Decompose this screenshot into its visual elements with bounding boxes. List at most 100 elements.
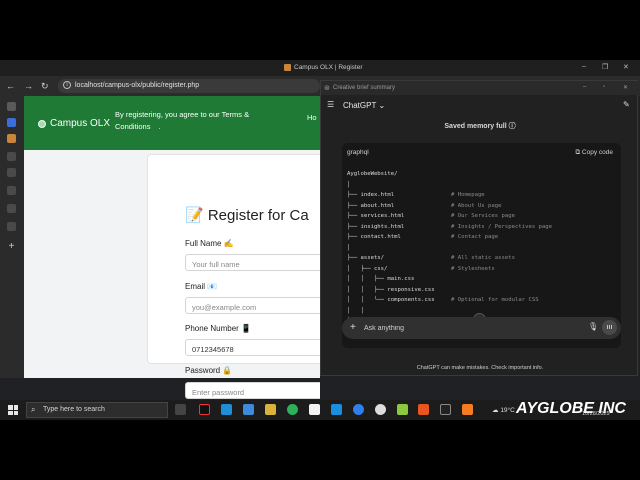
code-text: ├── index.html (347, 192, 395, 198)
code-comment: # Our Services page (451, 213, 515, 219)
conversation-title: Creative brief summary (333, 85, 396, 91)
code-line: ├── services.html # Our Services page (347, 211, 617, 222)
saved-memory-notice[interactable]: Saved memory full ⓘ (321, 121, 639, 131)
prompt-input[interactable] (364, 322, 564, 334)
code-comment: # Insights / Perspectives page (451, 223, 553, 230)
chatgpt-logo-icon: ⊛ (324, 85, 330, 92)
code-text: │ (347, 181, 351, 188)
back-button[interactable]: ← (6, 81, 15, 91)
whatsapp-icon[interactable] (287, 404, 298, 415)
add-icon[interactable]: + (7, 242, 16, 252)
xampp-icon[interactable] (7, 134, 16, 143)
code-header: graphql ⧉ Copy code (342, 143, 621, 161)
model-name: ChatGPT (343, 101, 377, 110)
code-text: ├── contact.html (347, 234, 401, 240)
code-language: graphql (347, 149, 369, 156)
vscode-icon[interactable] (331, 404, 342, 415)
close-icon[interactable]: ✕ (623, 63, 629, 71)
close-icon[interactable]: ✕ (623, 84, 628, 91)
copilot-icon[interactable] (7, 118, 16, 127)
browser-sidebar: + (0, 96, 24, 378)
url-text: localhost/campus-olx/public/register.php (75, 82, 200, 89)
password-field-clip (185, 382, 320, 399)
code-comment: # All static assets (451, 255, 515, 261)
taskbar-date[interactable]: 10/28/2025 (582, 411, 610, 417)
code-line: ├── index.html # Homepage (347, 190, 617, 201)
register-title: 📝 Register for Ca (185, 207, 309, 224)
code-line: │ (347, 180, 617, 191)
copy-label: Copy code (581, 149, 613, 156)
microphone-icon[interactable]: 🎙 (588, 322, 598, 331)
address-bar[interactable]: i localhost/campus-olx/public/register.p… (58, 79, 320, 93)
code-content: AyglobeWebsite/ │ ├── index.html # Homepage… (347, 169, 617, 337)
voice-mode-button[interactable]: ııı (602, 320, 617, 335)
screen: Campus OLX | Register – ❐ ✕ ← → ↻ i loca… (0, 60, 640, 420)
phone-label: Phone Number 📱 (185, 324, 251, 333)
code-text: ├── services.html (347, 213, 405, 219)
disclaimer: ChatGPT can make mistakes. Check importa… (416, 365, 544, 371)
model-selector[interactable]: ChatGPT ⌄ (343, 101, 385, 110)
code-line: │ (347, 243, 617, 254)
weather-widget[interactable]: ☁ 19°C (492, 406, 515, 414)
terminal-icon[interactable] (440, 404, 451, 415)
code-comment: # Homepage (451, 192, 485, 198)
app-icon-2[interactable] (397, 404, 408, 415)
code-line: ├── assets/ # All static assets (347, 253, 617, 264)
temperature: 19°C (500, 407, 515, 414)
minimize-icon[interactable]: – (582, 63, 586, 70)
code-text: │ │ ├── responsive.css (347, 286, 435, 293)
browser-titlebar: Campus OLX | Register – ❐ ✕ (0, 60, 640, 76)
chrome-icon[interactable] (353, 404, 364, 415)
full-name-input[interactable] (185, 254, 320, 271)
email-label: Email 📧 (185, 282, 218, 291)
forward-button[interactable]: → (24, 81, 33, 91)
xampp-taskbar-icon[interactable] (462, 404, 473, 415)
code-line: │ │ ├── responsive.css (347, 285, 617, 296)
file-explorer-icon[interactable] (265, 404, 276, 415)
app-icon[interactable] (309, 404, 320, 415)
reload-button[interactable]: ↻ (41, 81, 49, 92)
history-icon[interactable] (7, 168, 16, 177)
code-line: │ ├── css/ # Stylesheets (347, 264, 617, 275)
sidebar-toggle-icon[interactable]: ☰ (327, 100, 334, 109)
chatgpt-header: ☰ ChatGPT ⌄ ✎ (321, 95, 639, 115)
new-chat-icon[interactable]: ✎ (623, 100, 630, 109)
tabs-icon[interactable] (7, 102, 16, 111)
chatgpt-titlebar: ⊛ Creative brief summary – ▫ ✕ (321, 81, 639, 95)
edge-icon[interactable] (221, 404, 232, 415)
taskbar-search[interactable]: ⌕ Type here to search (26, 402, 168, 418)
code-comment: # Stylesheets (451, 265, 495, 272)
code-text: │ ├── css/ (347, 265, 388, 272)
restore-icon[interactable]: ❐ (602, 63, 608, 71)
windows-start-icon[interactable] (8, 405, 18, 415)
code-line: │ │ ├── main.css (347, 274, 617, 285)
collections-icon[interactable] (7, 152, 16, 161)
code-line: AyglobeWebsite/ (347, 169, 617, 180)
tiktok-icon[interactable] (199, 404, 210, 415)
chevron-down-icon: ⌄ (378, 101, 386, 110)
chatgpt-taskbar-icon[interactable] (375, 404, 386, 415)
minimize-icon[interactable]: – (583, 84, 586, 90)
email-input[interactable] (185, 297, 320, 314)
restore-icon[interactable]: ▫ (603, 84, 605, 90)
site-info-icon[interactable]: i (63, 81, 71, 89)
ubuntu-icon[interactable] (418, 404, 429, 415)
task-view-icon[interactable] (175, 404, 186, 415)
code-line: │ │ └── components.css # Optional for mod… (347, 295, 617, 306)
browser-tab[interactable]: Campus OLX | Register (284, 64, 363, 71)
taskbar: ⌕ Type here to search ☁ 19°C AYGLOBE INC… (0, 400, 640, 420)
shopping-icon[interactable] (7, 186, 16, 195)
tools-icon[interactable] (7, 204, 16, 213)
games-icon[interactable] (7, 222, 16, 231)
search-icon: ⌕ (31, 405, 36, 414)
phone-input[interactable] (185, 339, 320, 356)
favicon-icon (284, 64, 291, 71)
attach-icon[interactable]: + (350, 322, 356, 333)
info-icon: ⓘ (508, 123, 516, 130)
chatgpt-window: ⊛ Creative brief summary – ▫ ✕ ☰ ChatGPT… (320, 80, 639, 376)
code-line: ├── contact.html # Contact page (347, 232, 617, 243)
store-icon[interactable] (243, 404, 254, 415)
password-input[interactable] (185, 382, 320, 399)
copy-code-button[interactable]: ⧉ Copy code (575, 149, 613, 157)
code-text: ├── insights.html (347, 223, 405, 230)
